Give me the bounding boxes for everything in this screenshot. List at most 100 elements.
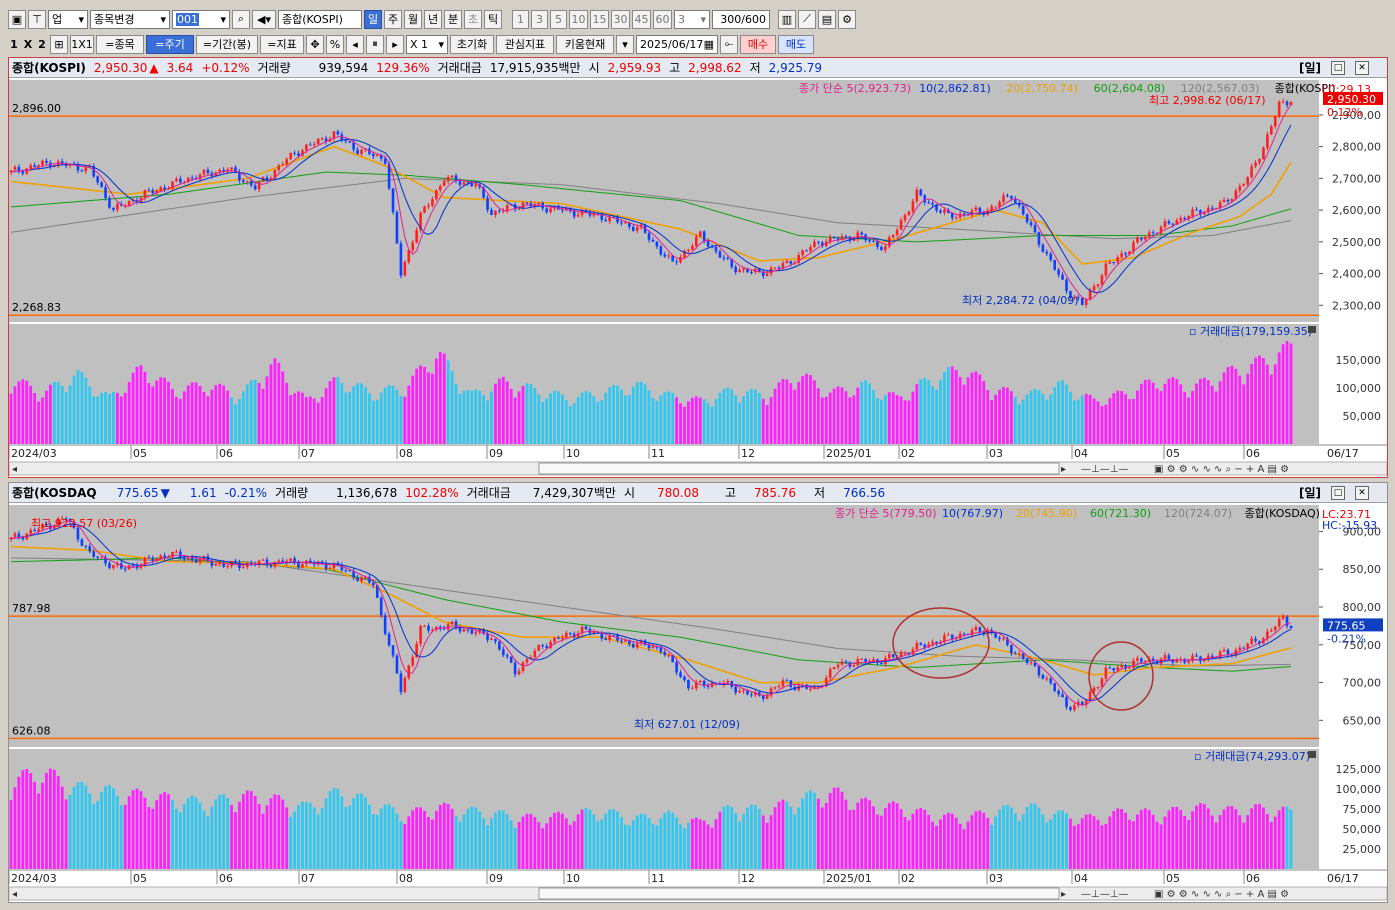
kiwoom-now-button[interactable]: 키움현재 (556, 34, 614, 54)
crosshair-icon[interactable]: ✥ (306, 34, 324, 54)
period-tick[interactable]: 틱 (484, 9, 502, 29)
interval-3[interactable]: 3 (531, 9, 548, 29)
candle-body (1021, 653, 1025, 659)
code-input[interactable]: 001 ▾ (172, 9, 230, 29)
gear-icon[interactable]: ⚙ (838, 9, 856, 29)
draw-tool-icon[interactable]: ⟋ (798, 9, 816, 29)
amount-bar (1033, 388, 1037, 444)
amount-bar (375, 814, 379, 869)
interval-select[interactable]: 3 ▾ (674, 9, 710, 29)
ruler-icon[interactable]: ⟜ (720, 34, 738, 54)
amount-bar (1112, 393, 1116, 444)
amount-bar (301, 801, 304, 869)
date-value: 2025/06/17 (640, 37, 704, 51)
amount-bar (1002, 387, 1005, 444)
amount-bar (308, 396, 312, 444)
percent-button[interactable]: % (326, 34, 344, 54)
candle-body (915, 189, 919, 202)
buy-button[interactable]: 매수 (740, 34, 776, 54)
interest-indicator-button[interactable]: 관심지표 (496, 34, 554, 54)
interval-15[interactable]: 15 (590, 9, 609, 29)
kosdaq-chart-svg[interactable]: 900,00850,00800,00750,00700,00650,00787.… (9, 503, 1387, 902)
amount-bar (1104, 404, 1108, 444)
amount-bar (60, 385, 64, 444)
amount-bar (887, 803, 891, 869)
amount-bar (1143, 808, 1147, 869)
candle-tool-icon[interactable]: ▥ (778, 9, 796, 29)
period-minute[interactable]: 분 (444, 9, 462, 29)
period-week[interactable]: 주 (384, 9, 402, 29)
amount-bar (781, 379, 785, 444)
date-input[interactable]: 2025/06/17 ▦ (636, 34, 718, 54)
stock-sync-button[interactable]: =종목 (96, 34, 144, 54)
multiplier-select[interactable]: X 1 ▾ (406, 34, 448, 54)
close-icon[interactable]: ✕ (1355, 60, 1369, 75)
maximize-icon[interactable]: □ (1331, 485, 1345, 500)
cycle-sync-button[interactable]: =주기 (146, 34, 194, 54)
period-sync-button[interactable]: =기간(봉) (196, 34, 258, 54)
next-icon[interactable]: ▸ (386, 34, 404, 54)
indicator-sync-button[interactable]: =지표 (260, 34, 304, 54)
item-change-select[interactable]: 종목변경 ▾ (90, 9, 170, 29)
period-month[interactable]: 월 (404, 9, 422, 29)
market-type-select[interactable]: 업 ▾ (48, 9, 88, 29)
interval-60[interactable]: 60 (653, 9, 672, 29)
layout-x[interactable]: X (22, 38, 34, 51)
sell-button[interactable]: 매도 (778, 34, 814, 54)
grid-icon[interactable]: ⊞ (50, 34, 68, 54)
prev-icon[interactable]: ◂ (346, 34, 364, 54)
maximize-icon[interactable]: □ (1331, 60, 1345, 75)
candle-body (947, 634, 950, 636)
amount-bar (1104, 823, 1108, 869)
amount-bar (836, 386, 840, 444)
amount-bar (127, 381, 131, 444)
x-tick-label: 06 (219, 872, 233, 885)
layout-2[interactable]: 2 (36, 38, 48, 51)
amount-bar (584, 390, 588, 444)
period-second[interactable]: 초 (464, 9, 482, 29)
amount-bar (616, 385, 619, 444)
candle-body (297, 153, 300, 156)
amount-bar (1258, 355, 1261, 444)
panel-tool-icon (1308, 326, 1316, 333)
amount-bar (344, 807, 348, 869)
index-name-field[interactable]: 종합(KOSPI) (278, 9, 362, 29)
period-year[interactable]: 년 (424, 9, 442, 29)
interval-10[interactable]: 10 (569, 9, 588, 29)
pin-icon[interactable]: ⊤ (28, 9, 46, 29)
amount-bar (474, 389, 478, 444)
kospi-chart-svg[interactable]: 2,900,002,800,002,700,002,600,002,500,00… (9, 78, 1387, 477)
count-field[interactable]: 300/600 (712, 9, 770, 29)
grid-1x1[interactable]: 1X1 (70, 34, 94, 54)
amount-bar (832, 388, 836, 444)
interval-45[interactable]: 45 (632, 9, 651, 29)
amount-bar (427, 372, 430, 444)
amount-bar (17, 381, 21, 444)
amount-bar (1222, 372, 1226, 444)
close-icon[interactable]: ✕ (1355, 485, 1369, 500)
amount-bar (560, 813, 564, 869)
amount-bar (769, 397, 773, 444)
x-tick-label: 05 (1166, 872, 1180, 885)
speaker-icon[interactable]: ◀▾ (252, 9, 276, 29)
amount-bar (982, 812, 986, 869)
period-day[interactable]: 일 (364, 9, 382, 29)
interval-1[interactable]: 1 (512, 9, 529, 29)
reset-button[interactable]: 초기화 (450, 34, 494, 54)
save-icon[interactable]: ▤ (818, 9, 836, 29)
window-icon[interactable]: ▣ (8, 9, 26, 29)
amount-bar (946, 812, 950, 869)
x-tick-label: 03 (989, 872, 1003, 885)
candle-body (305, 144, 308, 151)
amount-bar (446, 804, 450, 869)
pause-icon[interactable]: ⏸ (366, 34, 384, 54)
candle-body (1195, 209, 1198, 211)
search-icon[interactable]: ⌕ (232, 9, 250, 29)
layout-1[interactable]: 1 (8, 38, 20, 51)
legend-ma60: 60(721.30) (1090, 507, 1151, 520)
interval-5[interactable]: 5 (550, 9, 567, 29)
amount-bar (497, 810, 501, 869)
chevron-down-icon: ▾ (700, 12, 706, 26)
chevron-down-icon[interactable]: ▾ (616, 34, 634, 54)
interval-30[interactable]: 30 (611, 9, 630, 29)
